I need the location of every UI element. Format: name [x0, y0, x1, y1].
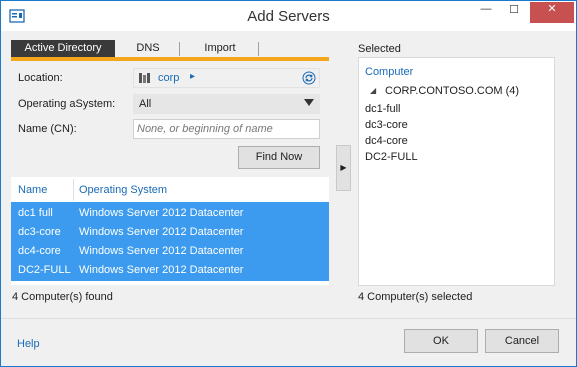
list-item[interactable]: dc1-full: [365, 103, 400, 115]
results-rows: dc1 full Windows Server 2012 Datacenter …: [11, 202, 329, 281]
table-row[interactable]: dc1 full Windows Server 2012 Datacenter: [11, 202, 329, 221]
column-divider: [73, 179, 74, 201]
footer-divider: [1, 318, 576, 319]
minimize-button[interactable]: —: [472, 3, 500, 25]
list-item[interactable]: dc4-core: [365, 135, 408, 147]
tab-divider: [179, 42, 180, 56]
os-dropdown[interactable]: All: [133, 94, 320, 114]
help-link[interactable]: Help: [17, 338, 40, 350]
os-label: Operating aSystem:: [18, 98, 116, 110]
cancel-button[interactable]: Cancel: [485, 329, 559, 353]
location-field[interactable]: corp ▸: [133, 68, 320, 88]
column-header-name[interactable]: Name: [18, 184, 47, 196]
column-header-computer[interactable]: Computer: [365, 66, 413, 78]
column-header-os[interactable]: Operating System: [79, 184, 167, 196]
maximize-button[interactable]: ☐: [500, 3, 528, 25]
row-name: dc4-core: [18, 245, 61, 257]
results-table: Name Operating System dc1 full Windows S…: [11, 177, 329, 285]
name-field[interactable]: [133, 119, 320, 139]
list-item[interactable]: DC2-FULL: [365, 151, 418, 163]
results-count: 4 Computer(s) found: [12, 291, 113, 303]
row-os: Windows Server 2012 Datacenter: [79, 245, 244, 257]
tab-import[interactable]: Import: [181, 40, 259, 57]
results-header: Name Operating System: [11, 177, 329, 202]
source-tabs: Active Directory DNS Import: [11, 40, 329, 58]
tab-active-directory[interactable]: Active Directory: [11, 40, 115, 57]
domain-icon: [139, 73, 150, 83]
row-name: dc1 full: [18, 207, 53, 219]
location-expand-icon[interactable]: ▸: [190, 71, 195, 82]
list-item[interactable]: dc3-core: [365, 119, 408, 131]
chevron-down-icon: [304, 99, 314, 106]
group-header[interactable]: CORP.CONTOSO.COM (4): [385, 85, 519, 97]
collapse-triangle-icon[interactable]: ◢: [370, 86, 376, 95]
ok-button[interactable]: OK: [404, 329, 478, 353]
name-label: Name (CN):: [18, 123, 77, 135]
table-row[interactable]: DC2-FULL Windows Server 2012 Datacenter: [11, 259, 329, 278]
row-os: Windows Server 2012 Datacenter: [79, 207, 244, 219]
selected-count: 4 Computer(s) selected: [358, 291, 473, 303]
find-now-button[interactable]: Find Now: [238, 146, 320, 169]
location-label: Location:: [18, 72, 63, 84]
add-servers-dialog: Add Servers — ☐ ✕ Active Directory DNS I…: [0, 0, 577, 367]
tab-dns[interactable]: DNS: [115, 40, 181, 57]
os-selected-value: All: [139, 98, 152, 110]
refresh-icon[interactable]: [302, 71, 316, 85]
selected-label: Selected: [358, 43, 401, 55]
table-row[interactable]: dc3-core Windows Server 2012 Datacenter: [11, 221, 329, 240]
location-value: corp: [158, 72, 180, 84]
add-selected-button[interactable]: ▶: [336, 145, 351, 191]
search-form: Location: corp ▸ Operating aSystem: All …: [11, 61, 329, 177]
row-name: DC2-FULL: [18, 264, 71, 276]
selected-list: Computer ◢ CORP.CONTOSO.COM (4) dc1-full…: [358, 57, 555, 286]
name-input[interactable]: [137, 122, 315, 136]
tab-divider: [258, 42, 259, 56]
close-button[interactable]: ✕: [530, 2, 574, 23]
row-os: Windows Server 2012 Datacenter: [79, 264, 244, 276]
title-bar: Add Servers — ☐ ✕: [1, 1, 576, 31]
row-os: Windows Server 2012 Datacenter: [79, 226, 244, 238]
table-row[interactable]: dc4-core Windows Server 2012 Datacenter: [11, 240, 329, 259]
row-name: dc3-core: [18, 226, 61, 238]
